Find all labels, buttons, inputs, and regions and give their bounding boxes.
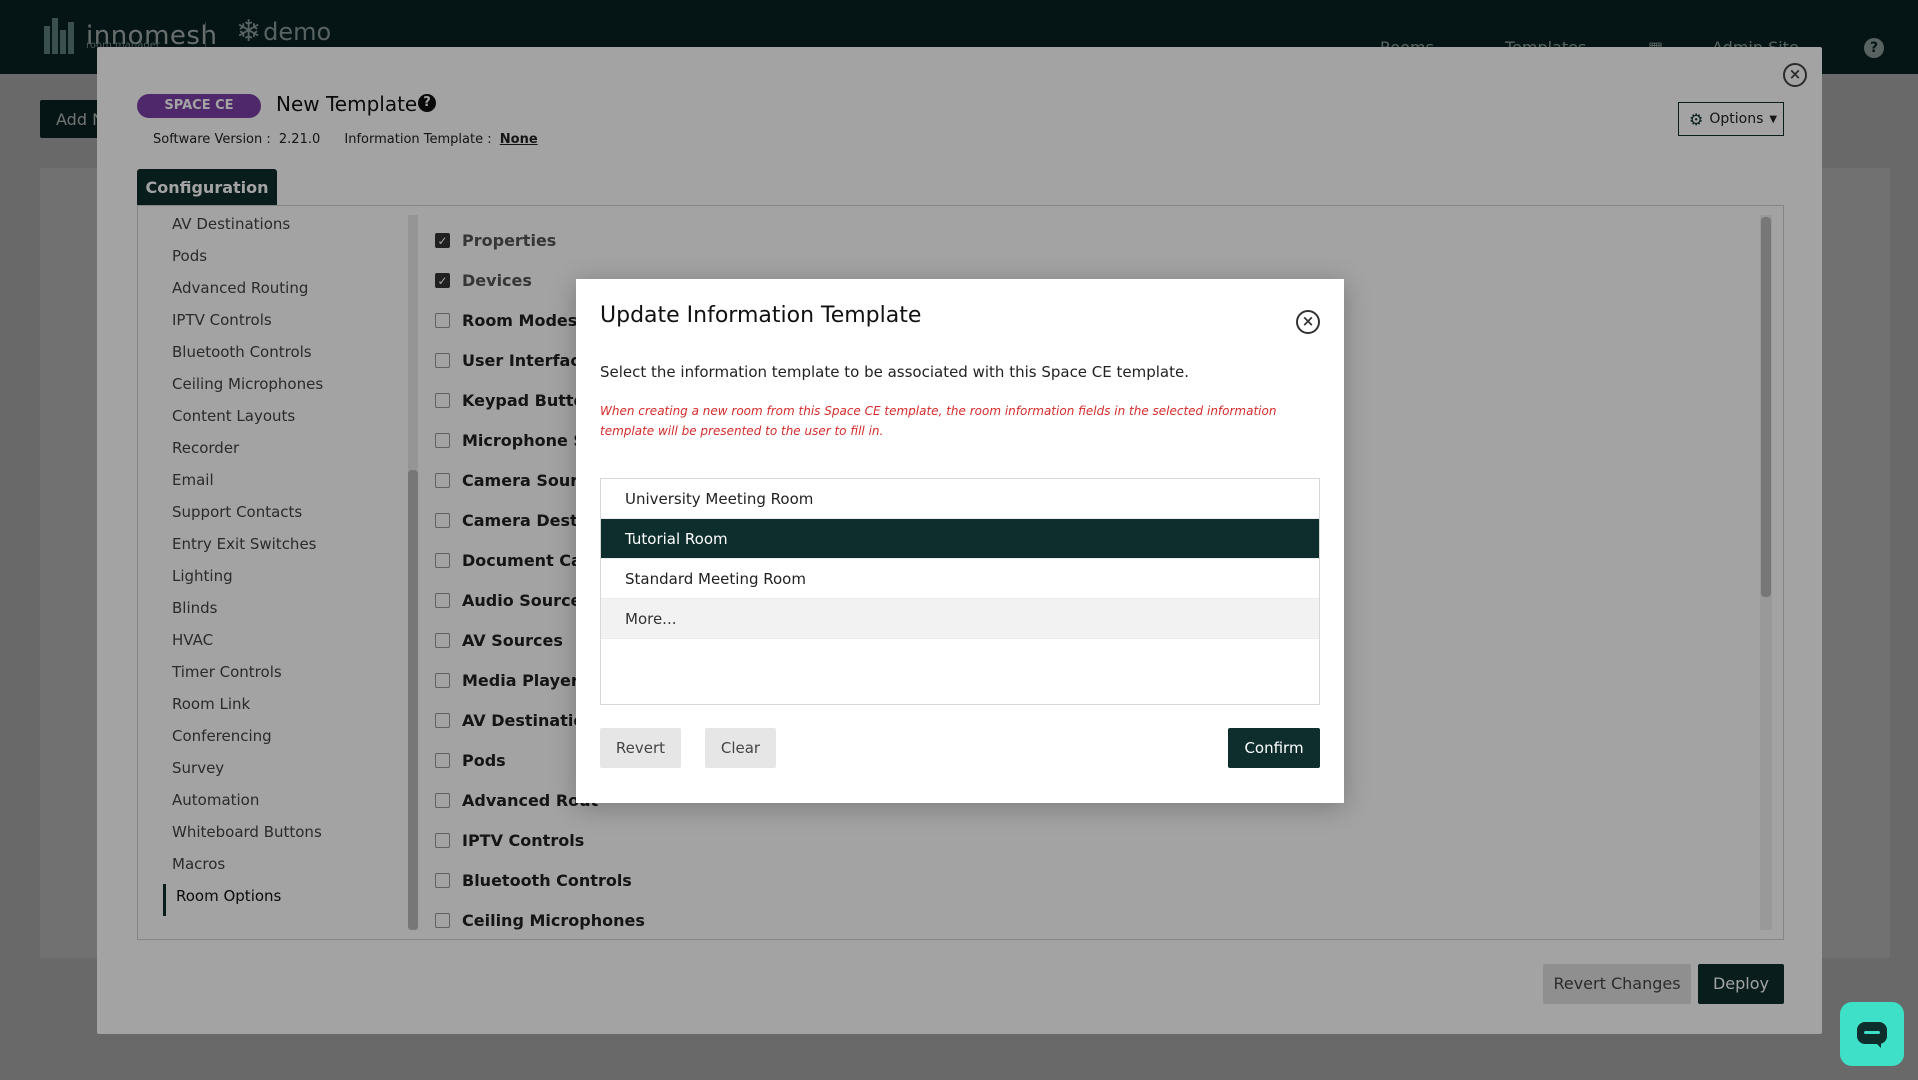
list-item[interactable]: University Meeting Room — [601, 479, 1319, 519]
dialog-title: Update Information Template — [600, 303, 922, 328]
update-information-template-dialog: Update Information Template × Select the… — [576, 279, 1344, 803]
list-item-selected[interactable]: Tutorial Room — [601, 519, 1319, 559]
list-item[interactable]: Standard Meeting Room — [601, 559, 1319, 599]
confirm-button[interactable]: Confirm — [1228, 728, 1320, 768]
chat-widget-button[interactable] — [1840, 1002, 1904, 1066]
clear-button[interactable]: Clear — [705, 728, 776, 768]
dialog-warning: When creating a new room from this Space… — [600, 404, 1277, 438]
dialog-description: Select the information template to be as… — [600, 363, 1190, 381]
revert-button[interactable]: Revert — [600, 728, 681, 768]
template-list: University Meeting Room Tutorial Room St… — [600, 478, 1320, 705]
more-templates-item[interactable]: More... — [601, 599, 1319, 639]
close-icon[interactable]: × — [1296, 310, 1320, 334]
